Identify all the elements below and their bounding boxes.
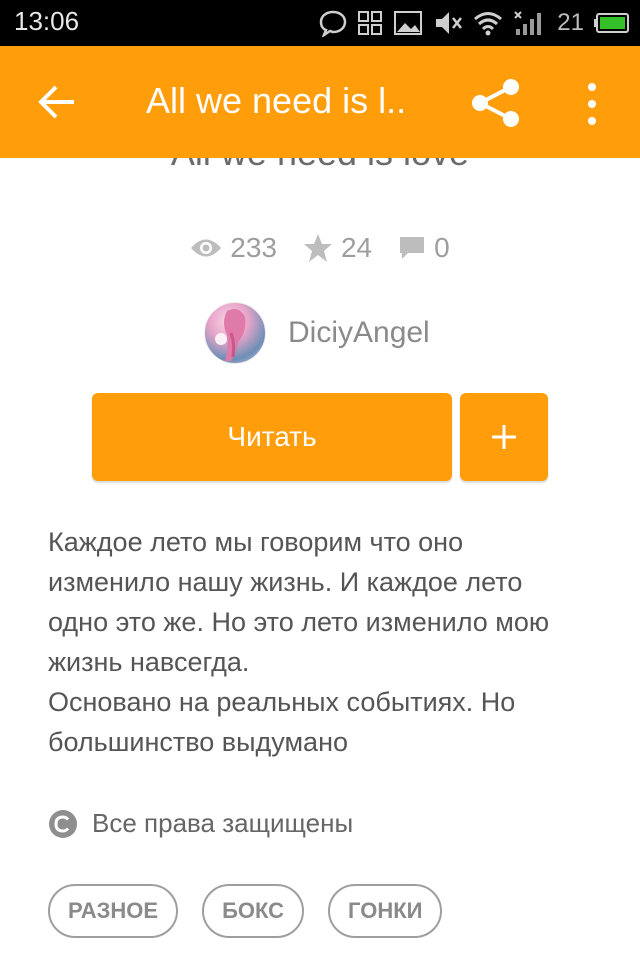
status-icons: 21 xyxy=(319,6,630,40)
description-line: одно это же. Но это лето изменило мою xyxy=(48,607,550,637)
star-icon xyxy=(303,234,332,262)
description-line: большинство выдумано xyxy=(48,727,348,757)
chat-bubble-icon xyxy=(320,10,347,37)
battery-icon xyxy=(594,13,629,33)
story-description: Каждое лето мы говорим что оно изменило … xyxy=(48,522,608,762)
votes-stat: 24 xyxy=(303,232,372,264)
views-count: 233 xyxy=(230,232,277,263)
views-stat: 233 xyxy=(190,232,277,264)
grid-icon xyxy=(358,11,383,35)
avatar xyxy=(204,302,266,364)
signal-icon xyxy=(514,11,542,35)
mute-icon xyxy=(436,12,463,34)
status-time: 13:06 xyxy=(14,6,80,36)
story-stats: 233 24 0 xyxy=(0,232,640,264)
copyright-notice: Все права защищены xyxy=(48,808,353,839)
share-icon[interactable] xyxy=(470,78,522,128)
add-to-library-button[interactable] xyxy=(460,393,548,481)
page-title: All we need is l.. xyxy=(146,80,407,121)
arrow-left-icon[interactable] xyxy=(38,84,76,120)
more-vertical-icon[interactable] xyxy=(580,82,604,126)
author-name: DiciyAngel xyxy=(288,316,430,349)
app-bar: All we need is l.. xyxy=(0,46,640,158)
copyright-icon xyxy=(49,809,77,838)
comments-count: 0 xyxy=(434,232,450,263)
author-link[interactable]: DiciyAngel xyxy=(204,302,430,364)
description-line: жизнь навсегда. xyxy=(48,647,250,677)
battery-level: 21 xyxy=(557,9,584,36)
comments-stat: 0 xyxy=(398,232,450,264)
tag-list: РАЗНОЕ БОКС ГОНКИ xyxy=(48,884,443,938)
votes-count: 24 xyxy=(340,232,373,263)
read-button[interactable]: Читать xyxy=(92,393,452,481)
image-icon xyxy=(394,11,423,35)
tag-chip[interactable]: РАЗНОЕ xyxy=(48,884,179,938)
tag-chip[interactable]: БОКС xyxy=(202,884,305,938)
wifi-icon xyxy=(474,12,503,36)
eye-icon xyxy=(191,239,222,257)
tag-chip[interactable]: ГОНКИ xyxy=(328,884,443,938)
description-line: Каждое лето мы говорим что оно xyxy=(48,527,464,557)
description-line: изменило нашу жизнь. И каждое лето xyxy=(48,567,523,597)
comment-icon xyxy=(400,237,425,259)
status-bar: 13:06 21 xyxy=(0,0,640,46)
description-line: Основано на реальных событиях. Но xyxy=(48,687,516,717)
plus-icon xyxy=(492,425,516,449)
copyright-label: Все права защищены xyxy=(92,808,354,838)
